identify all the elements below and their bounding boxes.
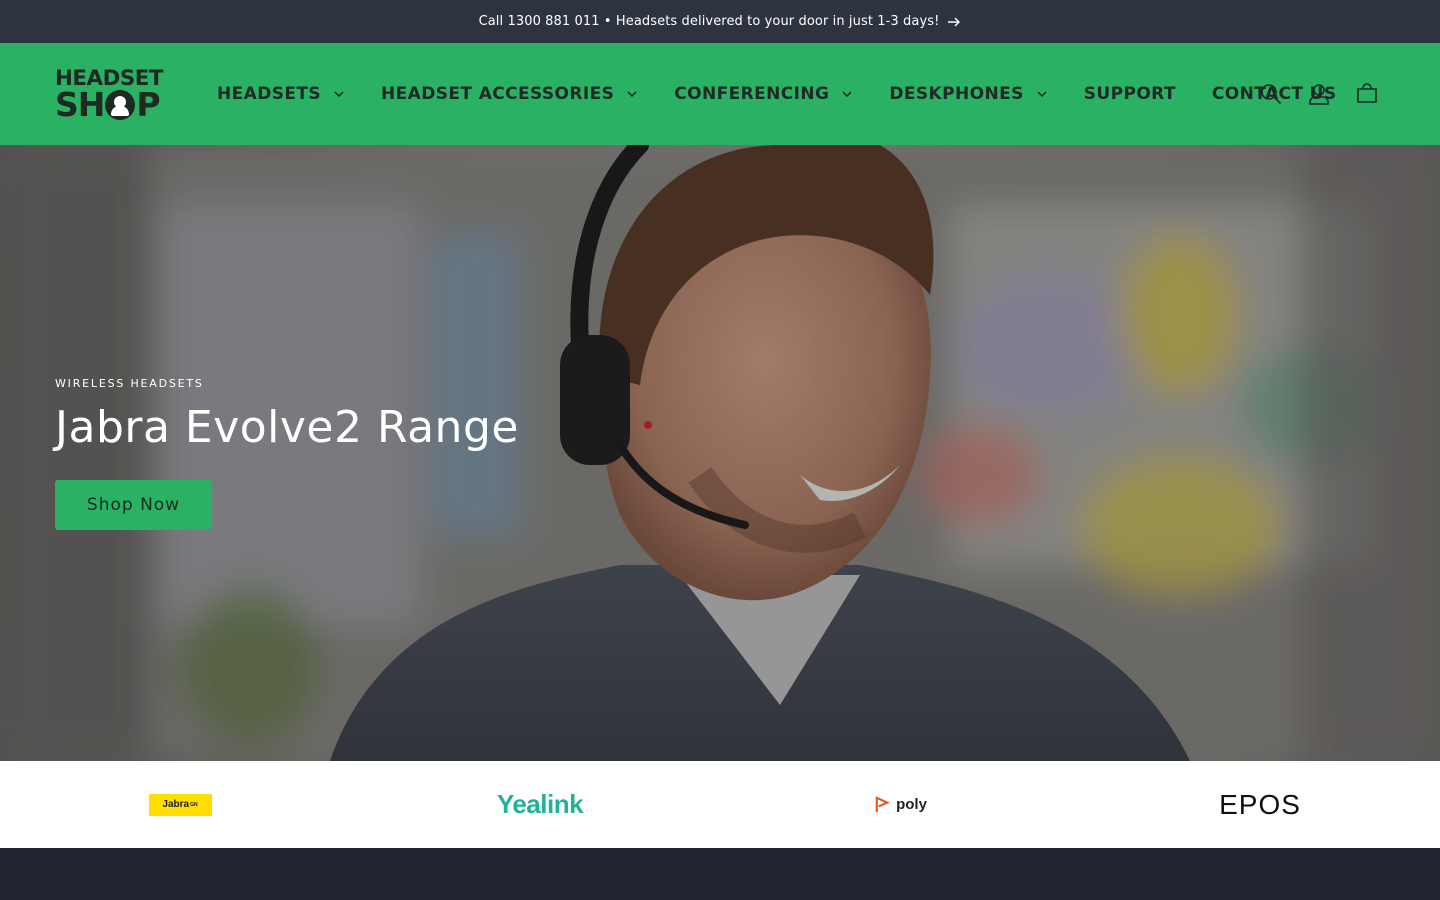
nav-item-label: DESKPHONES [889, 84, 1024, 104]
cart-icon [1357, 83, 1377, 103]
announcement-bar: Call 1300 881 011 • Headsets delivered t… [0, 0, 1440, 43]
jabra-logo-mark: GN [190, 801, 198, 808]
chevron-down-icon [1037, 91, 1047, 98]
jabra-logo-text: Jabra [162, 799, 190, 810]
hero-content: WIRELESS HEADSETS Jabra Evolve2 Range Sh… [55, 377, 519, 530]
hero-banner: WIRELESS HEADSETS Jabra Evolve2 Range Sh… [0, 145, 1440, 761]
logo-text-top: HEADSET [55, 66, 164, 90]
search-icon [1261, 84, 1282, 105]
site-logo[interactable]: HEADSET SH P [55, 67, 169, 121]
poly-propeller-icon [875, 796, 890, 813]
dark-section [0, 848, 1440, 900]
shop-now-button[interactable]: Shop Now [55, 480, 212, 530]
hero-eyebrow: WIRELESS HEADSETS [55, 377, 204, 390]
nav-item-headsets[interactable]: HEADSETS [217, 43, 345, 145]
nav-item-label: CONFERENCING [674, 84, 830, 104]
site-header: HEADSET SH P HEADSETS HEADSET ACCESSORIE… [0, 43, 1440, 145]
logo-text-p: P [136, 85, 160, 124]
announcement-text: Call 1300 881 011 • Headsets delivered t… [478, 14, 940, 29]
nav-item-deskphones[interactable]: DESKPHONES [889, 43, 1047, 145]
chevron-down-icon [842, 91, 852, 98]
epos-logo: EPOS [1219, 788, 1301, 820]
brand-jabra[interactable]: Jabra GN [0, 793, 360, 816]
brand-yealink[interactable]: Yealink [360, 789, 720, 820]
search-button[interactable] [1260, 81, 1282, 107]
brand-poly[interactable]: poly [720, 795, 1080, 814]
main-nav: HEADSETS HEADSET ACCESSORIES CONFERENCIN… [217, 43, 1337, 145]
brand-logos: Jabra GN Yealink poly EPOS [0, 761, 1440, 848]
header-icons [1260, 43, 1378, 145]
hero-title: Jabra Evolve2 Range [55, 402, 519, 453]
nav-item-label: HEADSETS [217, 84, 322, 104]
cart-button[interactable] [1356, 81, 1378, 107]
poly-logo-text: poly [896, 796, 927, 813]
account-icon [1309, 84, 1329, 105]
headset-person-icon [105, 90, 136, 120]
logo-text-bottom: SH P [55, 85, 169, 124]
announcement-link[interactable]: Call 1300 881 011 • Headsets delivered t… [479, 14, 962, 29]
chevron-down-icon [334, 91, 344, 98]
nav-item-label: SUPPORT [1083, 84, 1176, 104]
nav-item-label: HEADSET ACCESSORIES [381, 84, 615, 104]
arrow-right-icon [948, 17, 961, 26]
chevron-down-icon [627, 91, 637, 98]
poly-logo: poly [873, 795, 927, 814]
nav-item-support[interactable]: SUPPORT [1084, 43, 1176, 145]
nav-item-headset-accessories[interactable]: HEADSET ACCESSORIES [381, 43, 638, 145]
account-button[interactable] [1308, 81, 1330, 107]
logo-text-sh: SH [55, 85, 105, 124]
yealink-logo: Yealink [496, 789, 584, 819]
nav-item-conferencing[interactable]: CONFERENCING [674, 43, 853, 145]
brand-epos[interactable]: EPOS [1080, 789, 1440, 821]
jabra-logo: Jabra GN [148, 793, 212, 816]
